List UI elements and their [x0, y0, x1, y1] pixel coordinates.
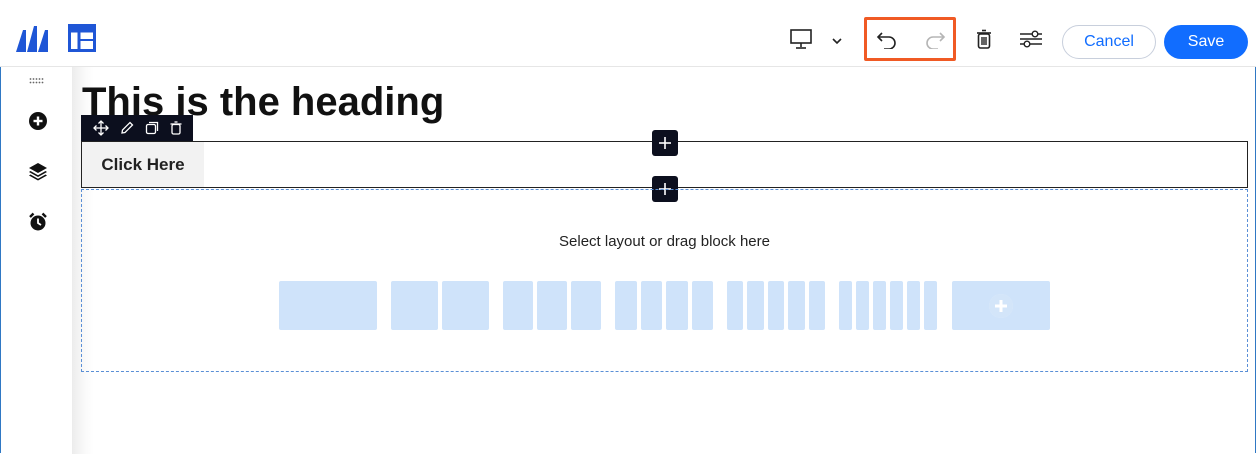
- drop-zone-label: Select layout or drag block here: [559, 233, 770, 250]
- layout-option-4-columns[interactable]: [615, 281, 713, 330]
- add-above-icon[interactable]: [652, 130, 678, 156]
- undo-icon[interactable]: [876, 28, 898, 50]
- layout-option-3-columns[interactable]: [503, 281, 601, 330]
- edit-pencil-icon[interactable]: [120, 121, 134, 135]
- delete-icon[interactable]: [170, 121, 182, 135]
- desktop-icon[interactable]: [788, 26, 814, 52]
- chevron-down-icon[interactable]: [828, 34, 846, 48]
- layout-option-1-column[interactable]: [279, 281, 377, 330]
- move-icon[interactable]: [92, 120, 109, 136]
- click-here-button[interactable]: Click Here: [82, 142, 204, 187]
- layout-option-2-columns[interactable]: [391, 281, 489, 330]
- add-circle-icon: [989, 293, 1013, 318]
- duplicate-icon[interactable]: [145, 121, 159, 135]
- element-toolbar: [81, 115, 193, 141]
- layout-option-5-columns[interactable]: [727, 281, 826, 330]
- settings-sliders-icon[interactable]: [1018, 28, 1044, 50]
- layout-icon[interactable]: [68, 24, 96, 52]
- cancel-button[interactable]: Cancel: [1062, 25, 1156, 59]
- top-toolbar: Cancel Save: [0, 0, 1256, 67]
- add-custom-layout-button[interactable]: [952, 281, 1050, 330]
- add-circle-icon[interactable]: [28, 111, 48, 131]
- redo-icon[interactable]: [924, 28, 946, 50]
- brand-logo-icon[interactable]: [16, 26, 48, 52]
- layout-option-6-columns[interactable]: [839, 281, 937, 330]
- trash-icon[interactable]: [974, 28, 994, 50]
- drag-grip-icon[interactable]: [29, 77, 45, 85]
- layers-icon[interactable]: [28, 161, 48, 181]
- save-button[interactable]: Save: [1164, 25, 1248, 59]
- alarm-clock-icon[interactable]: [28, 212, 48, 232]
